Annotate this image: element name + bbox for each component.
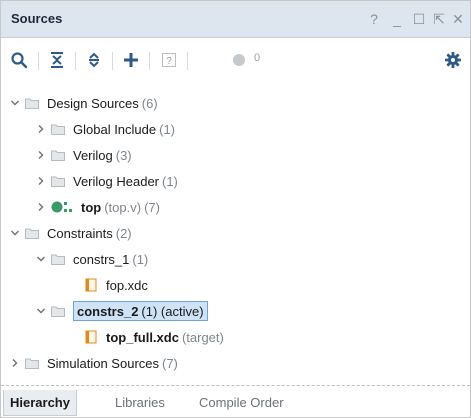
close-button[interactable]: ✕ xyxy=(448,7,468,31)
tree-label: Verilog xyxy=(73,147,113,163)
collapse-all-icon xyxy=(51,52,63,68)
tree-node-top-module[interactable]: top (top.v) (7) xyxy=(35,195,160,219)
selected-item-highlight[interactable]: constrs_2 (1) (active) xyxy=(73,301,208,321)
folder-icon xyxy=(51,306,65,317)
tree-count: (1) (active) xyxy=(141,303,204,319)
tree-label: fop.xdc xyxy=(106,277,148,293)
expand-all-button[interactable] xyxy=(82,48,106,72)
folder-icon xyxy=(25,228,39,239)
tree-node-fop-xdc[interactable]: fop.xdc xyxy=(85,273,148,297)
tree-count: (1) xyxy=(132,251,149,267)
gear-icon xyxy=(445,52,461,68)
chevron-down-icon[interactable] xyxy=(9,227,21,239)
sources-panel: Sources ? _ ☐ ⇱ ✕ ? 0 Design Sources (6)… xyxy=(0,0,471,418)
bottom-tab-bar: Hierarchy Libraries Compile Order xyxy=(1,390,470,418)
tab-compile-order[interactable]: Compile Order xyxy=(193,390,290,416)
help-button[interactable]: ? xyxy=(364,7,384,31)
chevron-right-icon[interactable] xyxy=(9,357,21,369)
constraint-file-icon xyxy=(85,330,97,344)
panel-titlebar: Sources ? _ ☐ ⇱ ✕ xyxy=(1,1,470,38)
tree-count: (1) xyxy=(159,121,176,137)
chevron-right-icon[interactable] xyxy=(35,175,47,187)
tree-label: constrs_2 xyxy=(77,303,139,319)
messages-indicator[interactable] xyxy=(225,48,253,72)
chevron-down-icon[interactable] xyxy=(35,305,47,317)
tree-node-global-include[interactable]: Global Include (1) xyxy=(35,117,175,141)
tree-count: (7) xyxy=(144,199,160,215)
search-icon xyxy=(11,52,28,69)
svg-text:?: ? xyxy=(166,56,172,67)
settings-button[interactable] xyxy=(441,48,465,72)
tree-note: (target) xyxy=(181,329,224,345)
question-box-icon: ? xyxy=(162,53,176,67)
messages-count: 0 xyxy=(254,52,261,64)
maximize-button[interactable]: ☐ xyxy=(409,7,429,31)
toolbar-separator xyxy=(187,52,188,70)
tab-divider xyxy=(1,385,470,386)
tree-label: constrs_1 xyxy=(73,251,130,267)
toolbar-separator xyxy=(149,52,150,70)
tree-node-constraints[interactable]: Constraints (2) xyxy=(9,221,132,245)
tree-count: (7) xyxy=(162,355,178,371)
properties-button[interactable]: ? xyxy=(157,48,181,72)
tab-libraries[interactable]: Libraries xyxy=(109,390,171,416)
tree-count: (1) xyxy=(162,173,178,189)
sources-toolbar: ? 0 xyxy=(1,38,470,82)
plus-icon xyxy=(124,53,138,67)
tree-node-verilog-header[interactable]: Verilog Header (1) xyxy=(35,169,178,193)
circle-icon xyxy=(233,54,245,66)
toolbar-separator xyxy=(75,52,76,70)
tree-count: (3) xyxy=(115,147,132,163)
folder-icon xyxy=(51,150,65,161)
tree-count: (2) xyxy=(115,225,132,241)
tree-node-top-full-xdc[interactable]: top_full.xdc (target) xyxy=(85,325,224,349)
chevron-right-icon[interactable] xyxy=(35,201,47,213)
tree-label: Design Sources xyxy=(47,95,139,111)
collapse-all-button[interactable] xyxy=(45,48,69,72)
folder-icon xyxy=(51,176,65,187)
tab-hierarchy[interactable]: Hierarchy xyxy=(3,390,77,416)
expand-all-icon xyxy=(89,52,99,68)
tree-node-verilog[interactable]: Verilog (3) xyxy=(35,143,132,167)
toolbar-separator xyxy=(38,52,39,70)
minimize-button[interactable]: _ xyxy=(387,7,407,31)
folder-icon xyxy=(51,124,65,135)
search-button[interactable] xyxy=(7,48,31,72)
tree-node-design-sources[interactable]: Design Sources (6) xyxy=(9,91,158,115)
tree-file-name: (top.v) xyxy=(104,199,142,215)
top-module-icon xyxy=(51,201,72,213)
tree-label: top xyxy=(81,199,102,215)
tree-count: (6) xyxy=(141,95,158,111)
chevron-down-icon[interactable] xyxy=(9,97,21,109)
add-sources-button[interactable] xyxy=(119,48,143,72)
folder-icon xyxy=(25,358,39,369)
tree-node-constrs-2[interactable]: constrs_2 (1) (active) xyxy=(35,299,208,323)
chevron-down-icon[interactable] xyxy=(35,253,47,265)
tree-label: Global Include xyxy=(73,121,157,137)
float-button[interactable]: ⇱ xyxy=(429,7,449,31)
folder-icon xyxy=(25,98,39,109)
folder-icon xyxy=(51,254,65,265)
tree-label: Simulation Sources xyxy=(47,355,159,371)
tree-label: top_full.xdc xyxy=(106,329,179,345)
chevron-right-icon[interactable] xyxy=(35,149,47,161)
tree-label: Constraints xyxy=(47,225,113,241)
toolbar-separator xyxy=(112,52,113,70)
tree-node-simulation-sources[interactable]: Simulation Sources (7) xyxy=(9,351,178,375)
panel-title: Sources xyxy=(11,11,63,26)
tree-node-constrs-1[interactable]: constrs_1 (1) xyxy=(35,247,148,271)
chevron-right-icon[interactable] xyxy=(35,123,47,135)
tree-label: Verilog Header xyxy=(73,173,159,189)
constraint-file-icon xyxy=(85,278,97,292)
